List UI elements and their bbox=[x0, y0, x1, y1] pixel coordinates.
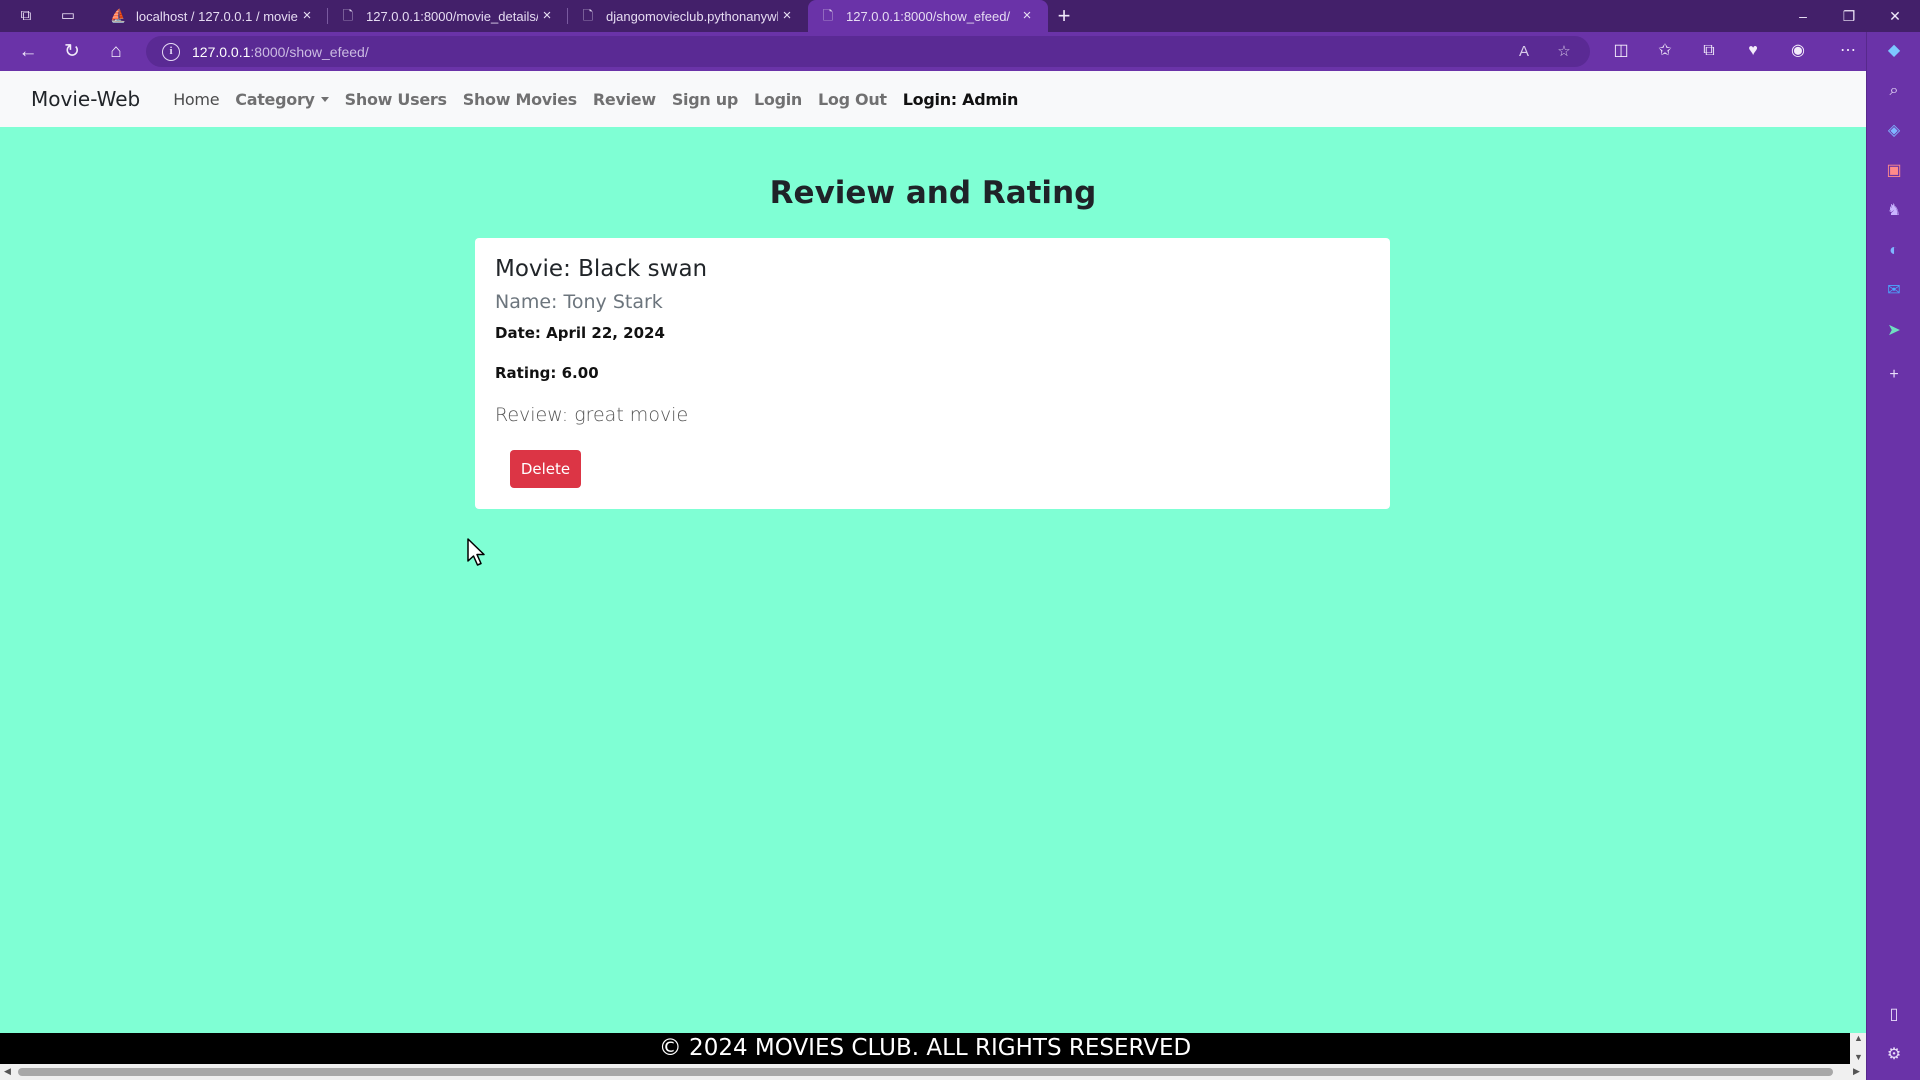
close-tab-icon[interactable]: × bbox=[298, 7, 316, 25]
mouse-cursor-icon bbox=[467, 538, 485, 566]
games-icon[interactable]: ♞ bbox=[1879, 196, 1909, 226]
minimize-icon[interactable]: – bbox=[1780, 0, 1826, 32]
sidebar-settings-icon[interactable]: ⚙ bbox=[1879, 1040, 1909, 1070]
scroll-down-arrow-icon[interactable]: ▼ bbox=[1854, 1052, 1863, 1062]
favorites-icon[interactable]: ✩ bbox=[1647, 35, 1683, 67]
browser-tab-title: localhost / 127.0.0.1 / movies_db bbox=[136, 8, 298, 24]
outlook-icon[interactable]: ✉ bbox=[1879, 276, 1909, 306]
browser-toolbar: ← ↻ ⌂ i 127.0.0.1:8000/show_efeed/ A ☆ ◫… bbox=[0, 32, 1920, 71]
nav-category-label: Category bbox=[235, 89, 315, 109]
page-icon: 🗋 bbox=[822, 8, 834, 23]
review-card: Movie: Black swan Name: Tony Stark Date:… bbox=[475, 238, 1390, 509]
favorite-star-icon[interactable]: ☆ bbox=[1546, 36, 1582, 67]
new-tab-icon[interactable]: + bbox=[1048, 0, 1080, 32]
nav-home-link[interactable]: Home bbox=[165, 90, 227, 109]
split-screen-icon[interactable]: ◫ bbox=[1603, 35, 1639, 67]
more-options-icon[interactable]: ⋯ bbox=[1830, 35, 1866, 67]
heart-extension-icon[interactable]: ♥ bbox=[1735, 35, 1771, 67]
page-title: Review and Rating bbox=[769, 175, 1097, 211]
review-movie-title: Movie: Black swan bbox=[495, 256, 708, 282]
address-bar[interactable]: i 127.0.0.1:8000/show_efeed/ A ☆ bbox=[146, 36, 1590, 67]
scroll-up-arrow-icon[interactable]: ▲ bbox=[1854, 1033, 1863, 1043]
browser-tab[interactable]: 🗋 127.0.0.1:8000/movie_details/ × bbox=[328, 0, 568, 32]
collections-icon[interactable]: ⧉ bbox=[1691, 35, 1727, 67]
browser-tab-title: 127.0.0.1:8000/movie_details/ bbox=[366, 8, 538, 24]
tab-actions-icon[interactable]: ▭ bbox=[56, 4, 80, 28]
refresh-icon[interactable]: ↻ bbox=[54, 36, 90, 68]
search-icon[interactable]: ⌕ bbox=[1879, 76, 1909, 106]
close-tab-icon[interactable]: × bbox=[778, 7, 796, 25]
delete-review-button[interactable]: Delete bbox=[510, 450, 581, 488]
site-info-icon[interactable]: i bbox=[162, 42, 180, 61]
home-icon[interactable]: ⌂ bbox=[98, 36, 134, 68]
horizontal-scrollbar[interactable]: ◀ ▶ bbox=[0, 1064, 1866, 1080]
page-icon: 🗋 bbox=[342, 8, 354, 23]
back-icon[interactable]: ← bbox=[10, 36, 46, 68]
browser-tab-title: djangomovieclub.pythonanywhere bbox=[606, 8, 778, 24]
address-host: 127.0.0.1 bbox=[192, 43, 251, 60]
nav-category-dropdown[interactable]: Category bbox=[227, 90, 336, 109]
workspaces-icon[interactable]: ⧉ bbox=[14, 4, 38, 28]
restore-icon[interactable]: ❐ bbox=[1826, 0, 1872, 32]
nav-show-movies-link[interactable]: Show Movies bbox=[455, 90, 585, 109]
read-aloud-icon[interactable]: A bbox=[1506, 36, 1542, 67]
site-navbar: Movie-Web Home Category Show Users Show … bbox=[0, 71, 1866, 127]
logged-in-user-label: Login: Admin bbox=[902, 89, 1019, 109]
horizontal-scroll-thumb[interactable] bbox=[18, 1068, 1833, 1076]
tools-briefcase-icon[interactable]: ▣ bbox=[1879, 156, 1909, 186]
scroll-right-arrow-icon[interactable]: ▶ bbox=[1853, 1066, 1860, 1077]
page-icon: 🗋 bbox=[582, 8, 594, 23]
nav-review-link[interactable]: Review bbox=[585, 90, 664, 109]
nav-login-link[interactable]: Login bbox=[746, 90, 810, 109]
browser-tab[interactable]: ⛵ localhost / 127.0.0.1 / movies_db × bbox=[98, 0, 328, 32]
browser-tab-bar: ⧉ ▭ ⛵ localhost / 127.0.0.1 / movies_db … bbox=[0, 0, 1920, 32]
browser-tab-title: 127.0.0.1:8000/show_efeed/ bbox=[846, 8, 1011, 24]
browser-tab[interactable]: 🗋 djangomovieclub.pythonanywhere × bbox=[568, 0, 808, 32]
close-tab-icon[interactable]: × bbox=[538, 7, 556, 25]
address-url[interactable]: 127.0.0.1:8000/show_efeed/ bbox=[192, 44, 369, 60]
nav-signup-link[interactable]: Sign up bbox=[664, 90, 746, 109]
add-sidebar-app-icon[interactable]: + bbox=[1879, 360, 1909, 390]
send-drop-icon[interactable]: ➤ bbox=[1879, 316, 1909, 346]
site-brand[interactable]: Movie-Web bbox=[31, 87, 140, 111]
site-footer: © 2024 MOVIES CLUB. ALL RIGHTS RESERVED bbox=[0, 1033, 1850, 1064]
review-rating: Rating: 6.00 bbox=[495, 364, 599, 382]
nav-show-users-link[interactable]: Show Users bbox=[337, 90, 455, 109]
close-window-icon[interactable]: ✕ bbox=[1872, 0, 1918, 32]
review-text: Review: great movie bbox=[495, 404, 689, 426]
page-viewport: Movie-Web Home Category Show Users Show … bbox=[0, 71, 1866, 1080]
address-path: :8000/show_efeed/ bbox=[250, 43, 369, 60]
review-author-name: Name: Tony Stark bbox=[495, 291, 663, 313]
profile-avatar-icon[interactable]: ◉ bbox=[1780, 35, 1816, 67]
vertical-scrollbar[interactable]: ▲ ▼ bbox=[1850, 1033, 1866, 1064]
dropdown-caret-icon bbox=[320, 96, 329, 102]
shopping-tag-icon[interactable]: ◈ bbox=[1879, 116, 1909, 146]
review-date: Date: April 22, 2024 bbox=[495, 324, 665, 342]
phpmyadmin-icon: ⛵ bbox=[110, 8, 127, 23]
close-tab-icon[interactable]: × bbox=[1018, 7, 1036, 25]
microsoft-365-icon[interactable]: ◐ bbox=[1879, 236, 1909, 266]
scroll-left-arrow-icon[interactable]: ◀ bbox=[4, 1066, 11, 1077]
edge-sidebar: ◆ ⌕ ◈ ▣ ♞ ◐ ✉ ➤ + ▯ ⚙ bbox=[1866, 32, 1920, 1080]
hide-sidebar-icon[interactable]: ▯ bbox=[1879, 1000, 1909, 1030]
copilot-icon[interactable]: ◆ bbox=[1879, 36, 1909, 66]
nav-logout-link[interactable]: Log Out bbox=[810, 90, 895, 109]
browser-tab-active[interactable]: 🗋 127.0.0.1:8000/show_efeed/ × bbox=[808, 0, 1048, 32]
